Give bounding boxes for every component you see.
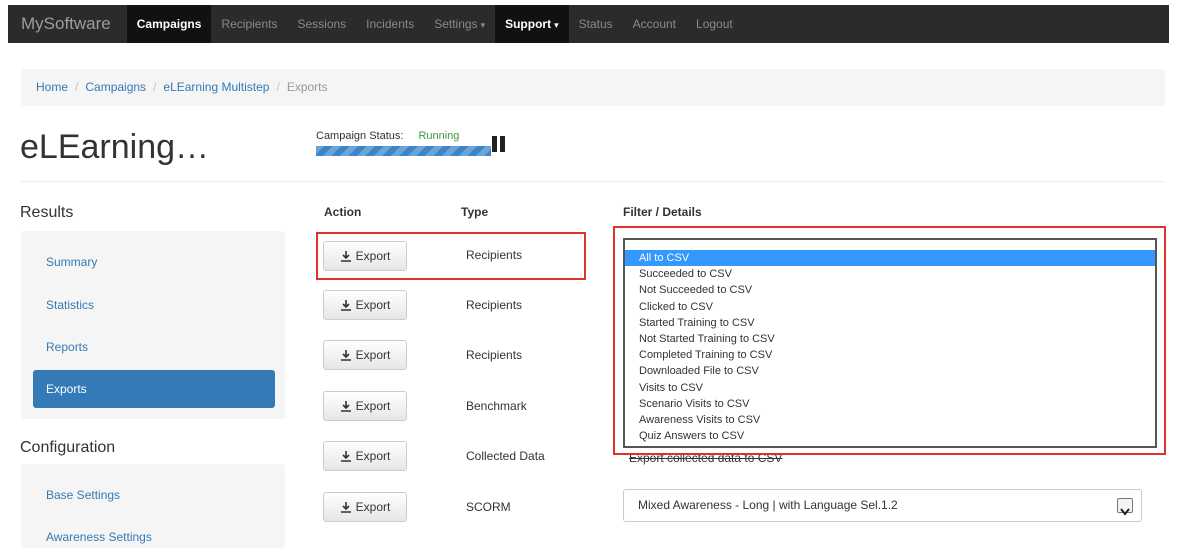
export-button-label: Export [355,348,391,362]
export-icon [340,401,351,412]
breadcrumb-separator: / [153,80,157,94]
breadcrumb-separator: / [75,80,79,94]
row-type: Collected Data [466,449,545,463]
nav-settings-dropdown[interactable]: Settings ▾ [424,5,495,43]
highlight-filter-list [613,226,1166,455]
nav-account[interactable]: Account [623,5,686,43]
nav-support-dropdown[interactable]: Support ▾ [495,5,569,43]
sidebar-item-summary[interactable]: Summary [33,243,275,281]
nav-incidents[interactable]: Incidents [356,5,424,43]
export-button[interactable]: Export [323,340,407,370]
sidebar-item-reports[interactable]: Reports [33,328,275,366]
row-type: Recipients [466,348,523,362]
brand-logo[interactable]: MySoftware [8,5,127,43]
campaign-status: Campaign Status: Running [316,130,459,142]
nav-status[interactable]: Status [569,5,623,43]
campaign-status-label: Campaign Status: [316,130,404,142]
pause-icon[interactable] [492,136,506,152]
configuration-nav: Base Settings Awareness Settings [21,464,285,548]
row-type: Benchmark [466,399,527,413]
column-header-type: Type [461,205,489,219]
sidebar-item-statistics[interactable]: Statistics [33,286,275,324]
breadcrumb-separator: / [276,80,280,94]
breadcrumb-current: Exports [286,80,328,94]
nav-campaigns[interactable]: Campaigns [126,5,212,43]
export-icon [340,350,351,361]
row-type: SCORM [466,500,511,514]
sidebar-item-awareness-settings[interactable]: Awareness Settings [33,518,275,556]
divider [20,181,1165,182]
breadcrumb: Home / Campaigns / eLEarning Multistep / Expor… [21,69,1165,106]
row-type: Recipients [466,298,523,312]
export-button[interactable]: Export [323,391,407,421]
export-button-label: Export [355,500,391,514]
nav-recipients[interactable]: Recipients [211,5,287,43]
breadcrumb-campaigns[interactable]: Campaigns [85,80,146,94]
export-button-label: Export [355,449,391,463]
sidebar-item-exports[interactable]: Exports [33,370,275,408]
results-title: Results [20,204,74,221]
scorm-package-select[interactable]: Mixed Awareness - Long | with Language S… [623,489,1142,522]
nav-settings-label: Settings [434,17,478,31]
campaign-progress-bar [316,146,491,156]
export-button[interactable]: Export [323,441,407,471]
nav-support-label: Support [505,17,552,31]
nav-sessions[interactable]: Sessions [287,5,356,43]
column-header-filter: Filter / Details [623,205,702,219]
top-navbar: MySoftware Campaigns Recipients Sessions… [8,5,1169,43]
page-title: eLEarning… [20,128,210,166]
export-button[interactable]: Export [323,492,407,522]
breadcrumb-campaign[interactable]: eLEarning Multistep [163,80,269,94]
chevron-down-icon [1117,498,1133,516]
results-nav: Summary Statistics Reports Exports [21,231,285,419]
caret-down-icon: ▾ [480,20,486,30]
breadcrumb-home[interactable]: Home [36,80,68,94]
caret-down-icon: ▾ [554,20,559,30]
export-button-label: Export [355,298,391,312]
export-icon [340,451,351,462]
nav-logout[interactable]: Logout [686,5,743,43]
campaign-status-value: Running [418,130,460,142]
progress-fill [316,146,491,156]
export-icon [340,502,351,513]
scorm-select-value: Mixed Awareness - Long | with Language S… [638,498,898,512]
highlight-export-row [316,232,586,280]
export-button-label: Export [355,399,391,413]
sidebar-item-base-settings[interactable]: Base Settings [33,476,275,514]
export-icon [340,300,351,311]
export-button[interactable]: Export [323,290,407,320]
configuration-title: Configuration [20,439,116,456]
column-header-action: Action [324,205,362,219]
